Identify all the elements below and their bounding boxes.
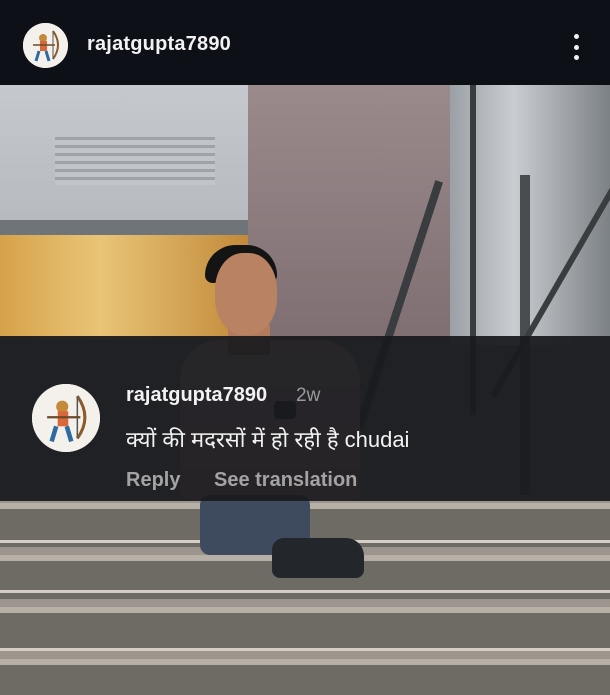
profile-avatar[interactable] [23,23,68,68]
step-edge [0,590,610,593]
comment-text: क्यों की मदरसों में हो रही है chudai [126,427,410,452]
comment-timestamp: 2w [296,385,321,406]
commenter-avatar[interactable] [32,384,100,452]
vent-grille [55,137,215,185]
comment-card: rajatgupta7890 2w क्यों की मदरसों में हो… [0,336,610,501]
storefront-background [0,235,248,340]
reply-button[interactable]: Reply [126,469,180,492]
archer-figure-icon [23,23,68,68]
post-header: rajatgupta7890 [0,0,610,85]
person-shoe [272,538,364,578]
header-username[interactable]: rajatgupta7890 [87,33,231,56]
archer-figure-icon [32,384,100,452]
person-head [215,253,277,335]
step-edge [0,648,610,651]
vertical-ellipsis-icon[interactable] [566,34,586,60]
see-translation-button[interactable]: See translation [214,469,357,492]
dot [573,34,579,39]
dot [573,44,579,50]
comment-username[interactable]: rajatgupta7890 [126,384,267,407]
dot [573,55,579,60]
